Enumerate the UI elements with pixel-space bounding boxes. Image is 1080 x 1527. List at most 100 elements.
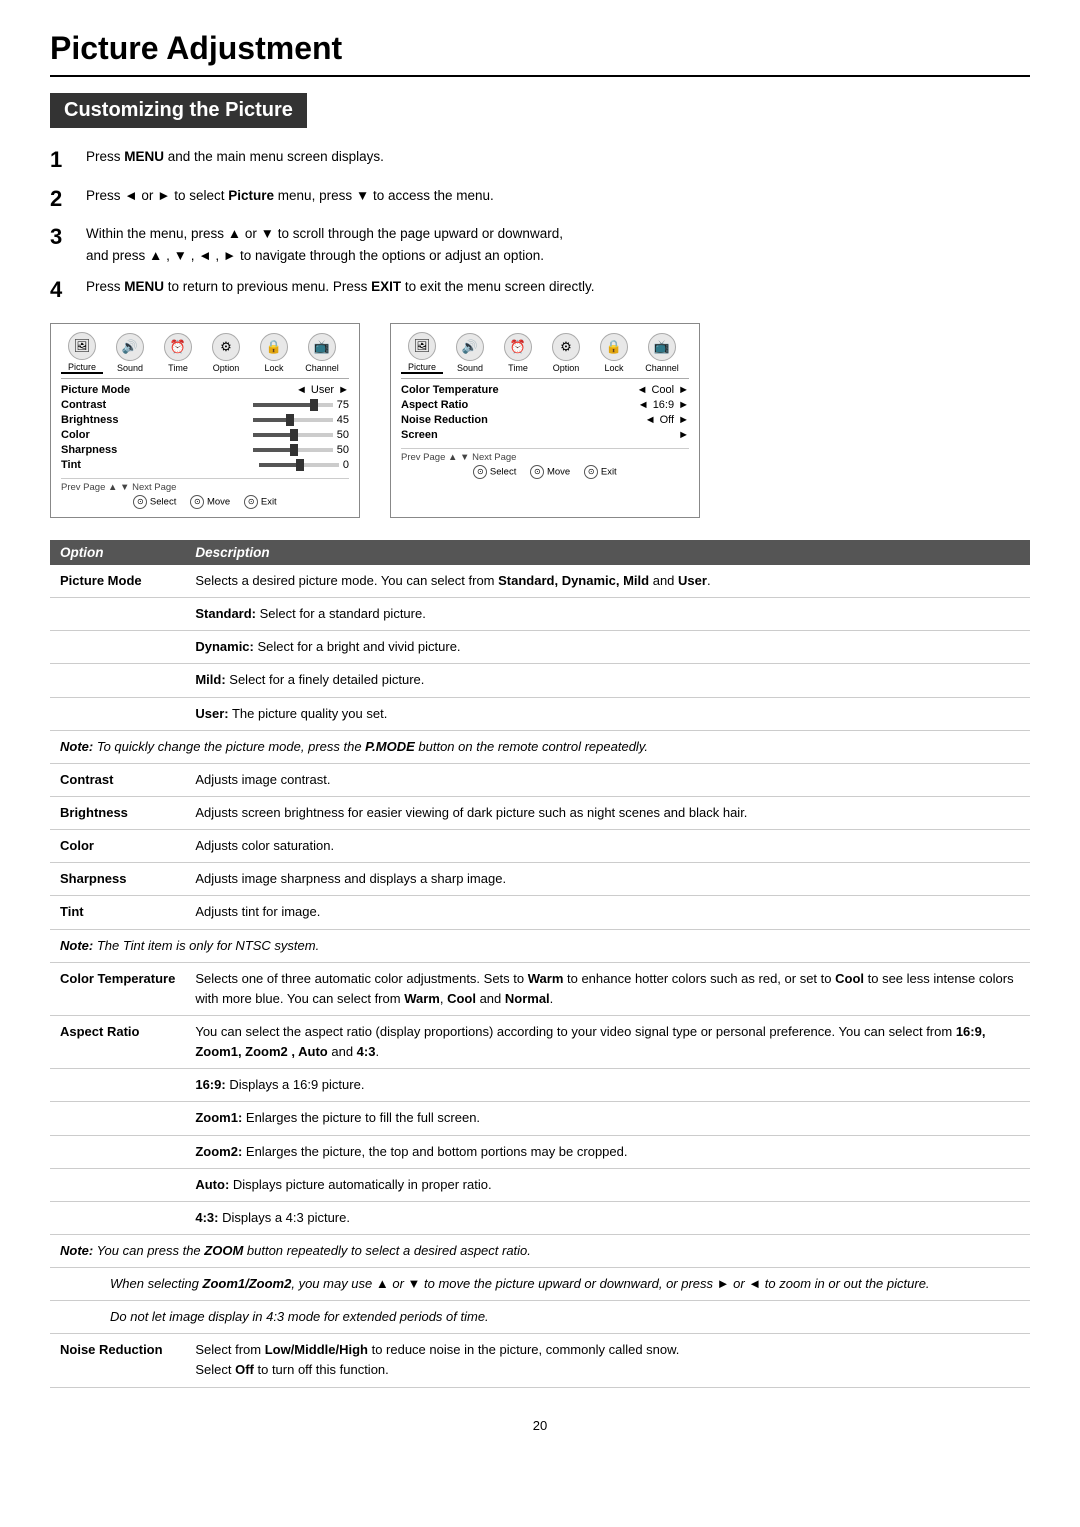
table-row: Dynamic: Select for a bright and vivid p… (50, 631, 1030, 664)
left-arrow-noise-reduction: ◄ (645, 414, 656, 426)
col-option-header: Option (50, 540, 185, 565)
step-1-num: 1 (50, 146, 86, 175)
channel-icon-right: 📺 (648, 333, 676, 361)
exit-circle-right: ⊙ (584, 465, 598, 479)
menu-value-screen: ► (678, 429, 689, 441)
menu-value-aspect-ratio: ◄ 16:9 ► (638, 399, 689, 411)
note-tint: Note: The Tint item is only for NTSC sys… (50, 929, 1030, 962)
table-row-note: Note: The Tint item is only for NTSC sys… (50, 929, 1030, 962)
right-arrow-noise-reduction: ► (678, 414, 689, 426)
select-circle-right: ⊙ (473, 465, 487, 479)
option-aspect-ratio: Aspect Ratio (50, 1015, 185, 1068)
table-row: Noise Reduction Select from Low/Middle/H… (50, 1334, 1030, 1387)
right-arrow-screen: ► (678, 429, 689, 441)
desc-tint: Adjusts tint for image. (185, 896, 1030, 929)
contrast-slider (253, 403, 333, 407)
left-arrow-picture-mode: ◄ (296, 384, 307, 396)
table-row: Sharpness Adjusts image sharpness and di… (50, 863, 1030, 896)
menu-icon-picture-right: 🖼 Picture (401, 332, 443, 374)
lock-icon-left: 🔒 (260, 333, 288, 361)
menu-icon-time-left: ⏰ Time (157, 333, 199, 373)
table-row: 4:3: Displays a 4:3 picture. (50, 1201, 1030, 1234)
menu-footer-page-right: Prev Page ▲ ▼ Next Page (401, 452, 516, 463)
table-row: Picture Mode Selects a desired picture m… (50, 565, 1030, 598)
desc-standard: Standard: Select for a standard picture. (185, 598, 1030, 631)
table-row: Aspect Ratio You can select the aspect r… (50, 1015, 1030, 1068)
menu-value-color-temp: ◄ Cool ► (637, 384, 689, 396)
desc-43: 4:3: Displays a 4:3 picture. (185, 1201, 1030, 1234)
menu-box-left: 🖼 Picture 🔊 Sound ⏰ Time ⚙ Option 🔒 Lock… (50, 323, 360, 518)
menu-value-picture-mode: ◄ User ► (296, 384, 349, 396)
step-2-num: 2 (50, 185, 86, 214)
menu-icon-option-right: ⚙ Option (545, 333, 587, 373)
desc-noise-reduction: Select from Low/Middle/High to reduce no… (185, 1334, 1030, 1387)
table-row-note: Note: You can press the ZOOM button repe… (50, 1234, 1030, 1267)
step-1: 1 Press MENU and the main menu screen di… (50, 146, 1030, 175)
sound-icon-left: 🔊 (116, 333, 144, 361)
menu-label-tint: Tint (61, 459, 141, 471)
section-heading: Customizing the Picture (50, 93, 307, 128)
menu-icons-left: 🖼 Picture 🔊 Sound ⏰ Time ⚙ Option 🔒 Lock… (61, 332, 349, 379)
step-2-text: Press ◄ or ► to select Picture menu, pre… (86, 185, 494, 207)
menu-row-screen: Screen ► (401, 428, 689, 443)
menu-row-noise-reduction: Noise Reduction ◄ Off ► (401, 413, 689, 428)
page-title: Picture Adjustment (50, 30, 1030, 77)
menu-icon-sound-right: 🔊 Sound (449, 333, 491, 373)
brightness-slider (253, 418, 333, 422)
menu-icon-time-right: ⏰ Time (497, 333, 539, 373)
channel-icon-left: 📺 (308, 333, 336, 361)
option-contrast: Contrast (50, 763, 185, 796)
time-icon-right: ⏰ (504, 333, 532, 361)
sharpness-slider (253, 448, 333, 452)
menu-row-contrast: Contrast 75 (61, 398, 349, 413)
menu-label-noise-reduction: Noise Reduction (401, 414, 488, 426)
picture-icon-right: 🖼 (408, 332, 436, 360)
brightness-num: 45 (337, 414, 349, 426)
aspect-ratio-value: 16:9 (653, 399, 674, 411)
step-3: 3 Within the menu, press ▲ or ▼ to scrol… (50, 223, 1030, 266)
color-slider (253, 433, 333, 437)
menu-row-color-temp: Color Temperature ◄ Cool ► (401, 383, 689, 398)
picture-icon-left: 🖼 (68, 332, 96, 360)
menu-icon-lock-right: 🔒 Lock (593, 333, 635, 373)
color-temp-value: Cool (651, 384, 674, 396)
move-btn-left: ⊙ Move (190, 495, 230, 509)
color-num: 50 (337, 429, 349, 441)
desc-sharpness: Adjusts image sharpness and displays a s… (185, 863, 1030, 896)
table-row: User: The picture quality you set. (50, 697, 1030, 730)
desc-zoom1: Zoom1: Enlarges the picture to fill the … (185, 1102, 1030, 1135)
lock-icon-right: 🔒 (600, 333, 628, 361)
menu-icon-option-left: ⚙ Option (205, 333, 247, 373)
menu-icons-right: 🖼 Picture 🔊 Sound ⏰ Time ⚙ Option 🔒 Lock… (401, 332, 689, 379)
right-arrow-aspect-ratio: ► (678, 399, 689, 411)
step-3-num: 3 (50, 223, 86, 252)
desc-aspect-ratio: You can select the aspect ratio (display… (185, 1015, 1030, 1068)
menu-rows-right: Color Temperature ◄ Cool ► Aspect Ratio … (401, 383, 689, 443)
exit-btn-right: ⊙ Exit (584, 465, 616, 479)
desc-user: User: The picture quality you set. (185, 697, 1030, 730)
option-brightness: Brightness (50, 796, 185, 829)
desc-color: Adjusts color saturation. (185, 830, 1030, 863)
menu-label-screen: Screen (401, 429, 481, 441)
menu-value-noise-reduction: ◄ Off ► (645, 414, 689, 426)
menu-rows-left: Picture Mode ◄ User ► Contrast 75 (61, 383, 349, 473)
option-sharpness: Sharpness (50, 863, 185, 896)
table-row: Zoom1: Enlarges the picture to fill the … (50, 1102, 1030, 1135)
table-row-note: Do not let image display in 4:3 mode for… (50, 1301, 1030, 1334)
desc-color-temperature: Selects one of three automatic color adj… (185, 962, 1030, 1015)
left-arrow-color-temp: ◄ (637, 384, 648, 396)
menu-label-brightness: Brightness (61, 414, 141, 426)
menu-label-sharpness: Sharpness (61, 444, 141, 456)
step-2: 2 Press ◄ or ► to select Picture menu, p… (50, 185, 1030, 214)
option-icon-right: ⚙ (552, 333, 580, 361)
step-4: 4 Press MENU to return to previous menu.… (50, 276, 1030, 305)
menu-label-picture-mode: Picture Mode (61, 384, 141, 396)
tint-slider (259, 463, 339, 467)
menu-box-right: 🖼 Picture 🔊 Sound ⏰ Time ⚙ Option 🔒 Lock… (390, 323, 700, 518)
right-arrow-picture-mode: ► (338, 384, 349, 396)
menu-row-tint: Tint 0 (61, 458, 349, 473)
menu-label-aspect-ratio: Aspect Ratio (401, 399, 481, 411)
desc-zoom2: Zoom2: Enlarges the picture, the top and… (185, 1135, 1030, 1168)
contrast-num: 75 (337, 399, 349, 411)
col-description-header: Description (185, 540, 1030, 565)
